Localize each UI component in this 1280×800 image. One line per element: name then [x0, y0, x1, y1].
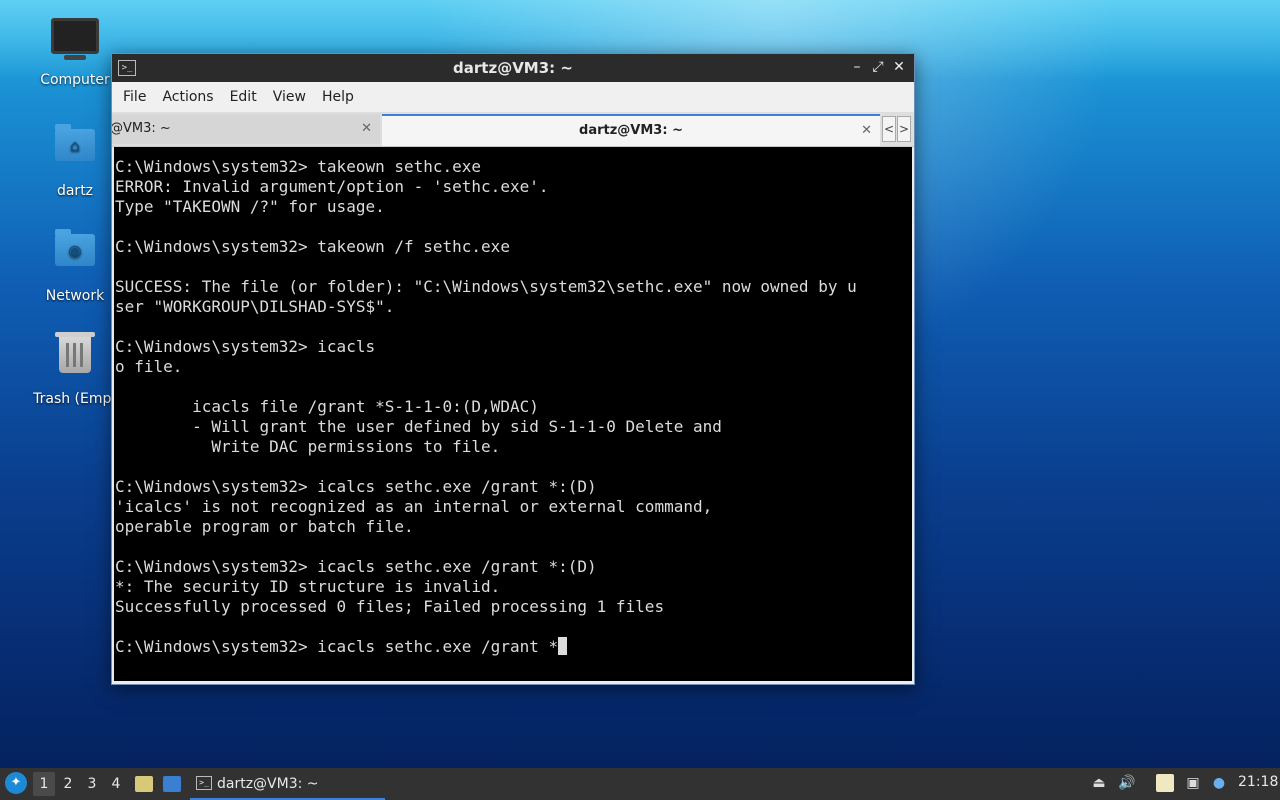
- tab-scroll-left-button[interactable]: <: [882, 116, 896, 142]
- terminal-current-input: C:\Windows\system32> icacls sethc.exe /g…: [115, 637, 559, 656]
- terminal-line: - Will grant the user defined by sid S-1…: [115, 417, 722, 436]
- taskbar: ✦ 1 2 3 4 >_ dartz@VM3: ~ ⏏ 🔊 ▣ ● 21:18: [0, 768, 1280, 800]
- workspace-1[interactable]: 1: [33, 772, 55, 796]
- desktop-icon-computer[interactable]: Computer: [25, 14, 125, 88]
- home-folder-icon: ⌂: [51, 124, 99, 177]
- network-folder-icon: ◉: [51, 229, 99, 282]
- terminal-line: Write DAC permissions to file.: [115, 437, 501, 456]
- network-icon[interactable]: ▣: [1184, 774, 1202, 792]
- desktop-icon-label: Trash (Empt: [33, 391, 117, 407]
- maximize-button[interactable]: ⤢: [868, 57, 888, 77]
- show-desktop-icon[interactable]: [163, 776, 181, 792]
- terminal-line: icacls file /grant *S-1-1-0:(D,WDAC): [115, 397, 539, 416]
- desktop-icon-label: dartz: [56, 183, 94, 199]
- tab-terminal-1[interactable]: @VM3: ~ ✕: [112, 114, 380, 144]
- workspace-2[interactable]: 2: [57, 772, 79, 796]
- volume-icon[interactable]: 🔊: [1118, 774, 1136, 792]
- desktop-icon-label: Network: [45, 288, 105, 304]
- terminal-line: *: The security ID structure is invalid.: [115, 577, 501, 596]
- tab-label: @VM3: ~: [112, 121, 171, 136]
- terminal-line: o file.: [115, 357, 183, 376]
- tab-scroll-right-button[interactable]: >: [897, 116, 911, 142]
- update-notifier-icon[interactable]: ●: [1210, 774, 1228, 792]
- desktop-icon-home[interactable]: ⌂ dartz: [25, 119, 125, 199]
- terminal-line: Successfully processed 0 files; Failed p…: [115, 597, 665, 616]
- workspace-4[interactable]: 4: [105, 772, 127, 796]
- terminal-line: ser "WORKGROUP\DILSHAD-SYS$".: [115, 297, 395, 316]
- desktop-icon-trash[interactable]: Trash (Empt: [25, 329, 125, 407]
- terminal-line: C:\Windows\system32> takeown /f sethc.ex…: [115, 237, 510, 256]
- terminal-cursor: [558, 637, 568, 655]
- workspace-3[interactable]: 3: [81, 772, 103, 796]
- trash-icon: [51, 332, 99, 385]
- start-menu-icon[interactable]: ✦: [5, 772, 27, 794]
- terminal-line: C:\Windows\system32> icacls: [115, 337, 376, 356]
- taskbar-task-terminal[interactable]: >_ dartz@VM3: ~: [190, 770, 385, 800]
- desktop-icon-network[interactable]: ◉ Network: [25, 224, 125, 304]
- menu-actions[interactable]: Actions: [155, 85, 220, 109]
- menu-bar: File Actions Edit View Help: [112, 82, 914, 112]
- tab-close-icon[interactable]: ✕: [861, 116, 872, 146]
- tab-bar: @VM3: ~ ✕ dartz@VM3: ~ ✕ < >: [112, 112, 914, 147]
- menu-view[interactable]: View: [266, 85, 313, 109]
- terminal-line: ERROR: Invalid argument/option - 'sethc.…: [115, 177, 549, 196]
- terminal-line: C:\Windows\system32> icalcs sethc.exe /g…: [115, 477, 597, 496]
- menu-file[interactable]: File: [116, 85, 153, 109]
- computer-icon: [51, 18, 99, 66]
- terminal-lines: C:\Windows\system32> takeown sethc.exe ER…: [115, 157, 912, 637]
- window-title: dartz@VM3: ~: [453, 59, 573, 77]
- terminal-line: Type "TAKEOWN /?" for usage.: [115, 197, 385, 216]
- terminal-line: operable program or batch file.: [115, 517, 414, 536]
- terminal-line: C:\Windows\system32> takeown sethc.exe: [115, 157, 482, 176]
- menu-help[interactable]: Help: [315, 85, 361, 109]
- window-titlebar[interactable]: >_ dartz@VM3: ~ – ⤢ ✕: [112, 54, 914, 82]
- tab-close-icon[interactable]: ✕: [361, 114, 372, 144]
- terminal-window[interactable]: >_ dartz@VM3: ~ – ⤢ ✕ File Actions Edit …: [111, 53, 915, 685]
- desktop-icon-label: Computer: [40, 72, 110, 88]
- tab-label: dartz@VM3: ~: [579, 123, 683, 138]
- file-manager-icon[interactable]: [135, 776, 153, 792]
- minimize-button[interactable]: –: [847, 57, 867, 77]
- tab-terminal-2[interactable]: dartz@VM3: ~ ✕: [382, 114, 880, 146]
- terminal-line: 'icalcs' is not recognized as an interna…: [115, 497, 713, 516]
- terminal-line: C:\Windows\system32> icacls sethc.exe /g…: [115, 557, 597, 576]
- terminal-task-icon: >_: [196, 776, 212, 790]
- terminal-output[interactable]: C:\Windows\system32> takeown sethc.exe ER…: [114, 147, 912, 681]
- terminal-line: SUCCESS: The file (or folder): "C:\Windo…: [115, 277, 857, 296]
- menu-edit[interactable]: Edit: [223, 85, 264, 109]
- clock[interactable]: 21:18: [1238, 774, 1278, 790]
- terminal-prompt-line[interactable]: C:\Windows\system32> icacls sethc.exe /g…: [115, 637, 912, 657]
- task-label: dartz@VM3: ~: [217, 776, 319, 792]
- close-button[interactable]: ✕: [889, 57, 909, 77]
- clipboard-icon[interactable]: [1156, 774, 1174, 792]
- eject-icon[interactable]: ⏏: [1090, 774, 1108, 792]
